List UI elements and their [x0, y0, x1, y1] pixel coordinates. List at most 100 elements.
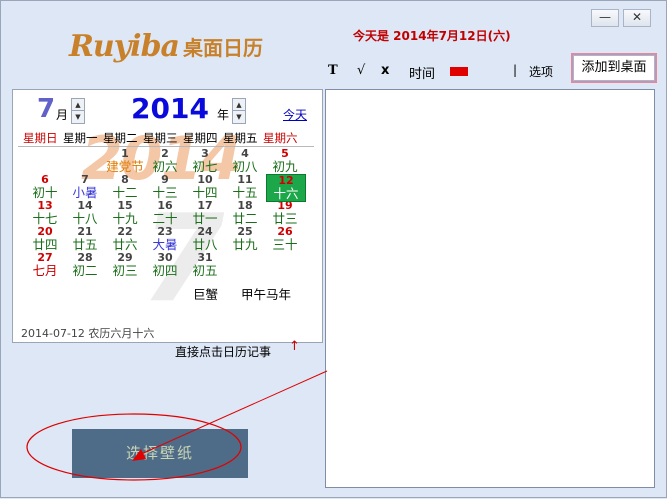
day-cell[interactable]: 20 廿四: [26, 226, 64, 252]
lunar-date: 廿六: [112, 237, 138, 252]
lunar-date: 廿三: [272, 211, 298, 226]
day-cell[interactable]: 4 初八: [226, 148, 264, 174]
lunar-date: 廿八: [192, 237, 218, 252]
day-cell[interactable]: 6 初十: [26, 174, 64, 200]
day-cell[interactable]: 18 廿二: [226, 200, 264, 226]
day-cell[interactable]: 17 廿一: [186, 200, 224, 226]
lunar-date: 十八: [72, 211, 98, 226]
year-up-icon[interactable]: ▲: [233, 99, 245, 111]
day-cell[interactable]: 5 初九: [266, 148, 304, 174]
text-format-button[interactable]: T: [328, 63, 338, 78]
today-link[interactable]: 今天: [283, 106, 307, 123]
choose-wallpaper-button[interactable]: 选择壁纸: [72, 429, 248, 478]
add-to-desktop-button[interactable]: 添加到桌面: [571, 53, 657, 83]
lunar-date: 初二: [72, 263, 98, 278]
calendar-panel: 2014 7 7 月 ▲ ▼ 2014 年 ▲ ▼ 今天 星期日 星期一 星期二 星期…: [12, 89, 323, 343]
time-button[interactable]: 时间: [409, 63, 435, 82]
lunar-date: 廿一: [192, 211, 218, 226]
year-suffix: 年: [217, 108, 230, 122]
options-button[interactable]: 选项: [529, 63, 553, 80]
day-cell[interactable]: 21 廿五: [66, 226, 104, 252]
weekday-label: 星期日: [23, 131, 58, 145]
day-cell[interactable]: 31 初五: [186, 252, 224, 278]
minimize-button[interactable]: —: [591, 9, 619, 27]
notes-textarea[interactable]: [325, 89, 655, 488]
month-spinner[interactable]: ▲ ▼: [71, 98, 85, 124]
day-cell[interactable]: 22 廿六: [106, 226, 144, 252]
lunar-date: 十三: [152, 185, 178, 200]
day-cell[interactable]: 26 三十: [266, 226, 304, 252]
day-cell[interactable]: 13 十七: [26, 200, 64, 226]
toolbar-separator: |: [513, 63, 518, 77]
day-cell[interactable]: 29 初三: [106, 252, 144, 278]
day-cell[interactable]: 30 初四: [146, 252, 184, 278]
weekday-label: 星期四: [183, 131, 218, 145]
weekday-label: 星期二: [103, 131, 138, 145]
lunar-date: 廿四: [32, 237, 58, 252]
lunar-date: 廿二: [232, 211, 258, 226]
zodiac-label: 巨蟹: [193, 287, 219, 302]
day-cell[interactable]: 2 初六: [146, 148, 184, 174]
year-spinner[interactable]: ▲ ▼: [232, 98, 246, 124]
day-cell[interactable]: 9 十三: [146, 174, 184, 200]
day-cell[interactable]: 3 初七: [186, 148, 224, 174]
lunar-date: 大暑: [152, 237, 178, 252]
lunar-date: 十九: [112, 211, 138, 226]
logo-title: 桌面日历: [183, 35, 263, 60]
lunar-date: 廿五: [72, 237, 98, 252]
year-display: 2014: [131, 92, 209, 125]
day-cell[interactable]: 14 十八: [66, 200, 104, 226]
ganzhi-label: 甲午马年: [241, 287, 292, 302]
day-cell[interactable]: 25 廿九: [226, 226, 264, 252]
day-cell[interactable]: 16 二十: [146, 200, 184, 226]
check-button[interactable]: √: [357, 63, 365, 78]
lunar-date: 初三: [112, 263, 138, 278]
today-date-text: 今天是 2014年7月12日(六): [353, 29, 511, 43]
app-window: — ✕ Ruyiba 桌面日历 今天是 2014年7月12日(六) T √ x …: [0, 0, 667, 498]
lunar-date: 初九: [272, 159, 298, 174]
weekday-label: 星期三: [143, 131, 178, 145]
month-down-icon[interactable]: ▼: [72, 111, 84, 123]
lunar-date: 十四: [192, 185, 218, 200]
lunar-date: 建党节: [106, 159, 144, 174]
lunar-date: 初七: [192, 159, 218, 174]
month-display: 7: [37, 94, 56, 124]
weekday-label: 星期五: [223, 131, 258, 145]
up-arrow-icon: ↑: [289, 339, 300, 354]
day-cell[interactable]: 19 廿三: [266, 200, 304, 226]
lunar-date: 初十: [32, 185, 58, 200]
lunar-date: 初六: [152, 159, 178, 174]
weekday-label: 星期六: [263, 131, 298, 145]
lunar-date: 廿九: [232, 237, 258, 252]
day-cell[interactable]: 28 初二: [66, 252, 104, 278]
day-cell[interactable]: 1 建党节: [106, 148, 144, 174]
lunar-date: 小暑: [72, 185, 98, 200]
day-cell[interactable]: 11 十五: [226, 174, 264, 200]
calendar-footer: 2014-07-12 农历六月十六: [21, 327, 155, 340]
day-cell[interactable]: 23 大暑: [146, 226, 184, 252]
close-button[interactable]: ✕: [623, 9, 651, 27]
day-cell[interactable]: 7 小暑: [66, 174, 104, 200]
day-cell[interactable]: 24 廿八: [186, 226, 224, 252]
lunar-date: 三十: [272, 237, 298, 252]
color-picker[interactable]: [450, 67, 468, 76]
month-up-icon[interactable]: ▲: [72, 99, 84, 111]
day-cell[interactable]: 15 十九: [106, 200, 144, 226]
lunar-date: 十七: [32, 211, 58, 226]
weekday-label: 星期一: [63, 131, 98, 145]
selected-day[interactable]: 12 十六: [266, 174, 306, 202]
lunar-date: 初八: [232, 159, 258, 174]
app-logo: Ruyiba 桌面日历: [69, 28, 263, 64]
selected-day-lunar: 十六: [273, 186, 299, 201]
month-suffix: 月: [56, 108, 69, 122]
year-down-icon[interactable]: ▼: [233, 111, 245, 123]
day-cell[interactable]: 8 十二: [106, 174, 144, 200]
lunar-date: 初四: [152, 263, 178, 278]
logo-latin: Ruyiba: [69, 28, 180, 64]
lunar-date: 十五: [232, 185, 258, 200]
day-cell[interactable]: 10 十四: [186, 174, 224, 200]
day-cell[interactable]: 27 七月: [26, 252, 64, 278]
hint-text: 直接点击日历记事: [175, 345, 272, 359]
delete-button[interactable]: x: [381, 63, 389, 78]
lunar-date: 二十: [152, 211, 178, 226]
